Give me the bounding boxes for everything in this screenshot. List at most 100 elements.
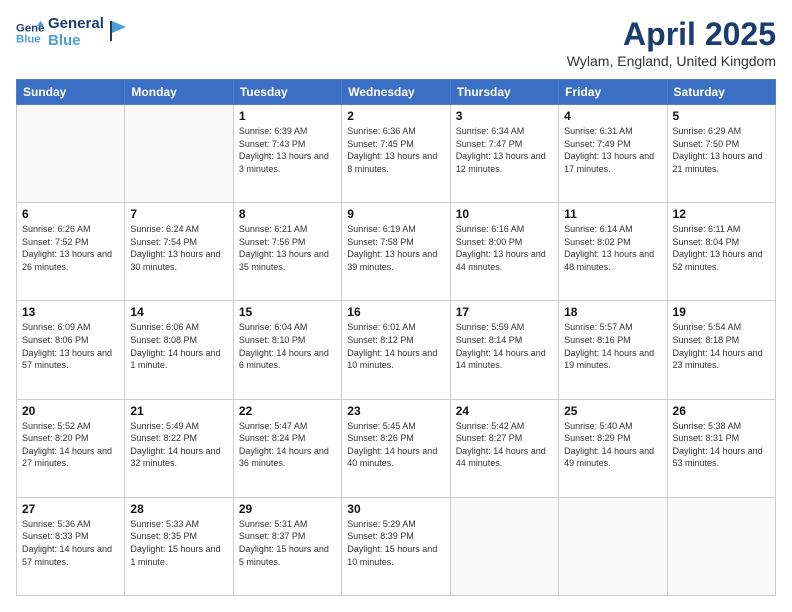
- calendar-day-cell: [125, 105, 233, 203]
- day-detail: Sunrise: 5:29 AM Sunset: 8:39 PM Dayligh…: [347, 518, 444, 568]
- logo: General Blue General Blue: [16, 16, 128, 49]
- calendar-day-cell: 9 Sunrise: 6:19 AM Sunset: 7:58 PM Daylig…: [342, 203, 450, 301]
- calendar-day-cell: 21 Sunrise: 5:49 AM Sunset: 8:22 PM Dayli…: [125, 399, 233, 497]
- day-detail: Sunrise: 5:59 AM Sunset: 8:14 PM Dayligh…: [456, 321, 553, 371]
- day-detail: Sunrise: 6:39 AM Sunset: 7:43 PM Dayligh…: [239, 125, 336, 175]
- day-detail: Sunrise: 5:54 AM Sunset: 8:18 PM Dayligh…: [673, 321, 770, 371]
- day-detail: Sunrise: 5:47 AM Sunset: 8:24 PM Dayligh…: [239, 420, 336, 470]
- day-detail: Sunrise: 5:40 AM Sunset: 8:29 PM Dayligh…: [564, 420, 661, 470]
- calendar-day-cell: 4Sunrise: 6:31 AM Sunset: 7:49 PM Daylig…: [559, 105, 667, 203]
- day-number: 22: [239, 404, 336, 418]
- calendar-day-cell: 6 Sunrise: 6:26 AM Sunset: 7:52 PM Daylig…: [17, 203, 125, 301]
- calendar-week-row: 6 Sunrise: 6:26 AM Sunset: 7:52 PM Daylig…: [17, 203, 776, 301]
- calendar-day-cell: 17 Sunrise: 5:59 AM Sunset: 8:14 PM Dayli…: [450, 301, 558, 399]
- calendar-day-cell: 28 Sunrise: 5:33 AM Sunset: 8:35 PM Dayli…: [125, 497, 233, 595]
- calendar-day-cell: 5 Sunrise: 6:29 AM Sunset: 7:50 PM Daylig…: [667, 105, 775, 203]
- day-detail: Sunrise: 5:45 AM Sunset: 8:26 PM Dayligh…: [347, 420, 444, 470]
- day-detail: Sunrise: 6:19 AM Sunset: 7:58 PM Dayligh…: [347, 223, 444, 273]
- calendar-day-cell: 14 Sunrise: 6:06 AM Sunset: 8:08 PM Dayli…: [125, 301, 233, 399]
- main-title: April 2025: [567, 16, 776, 53]
- day-number: 5: [673, 109, 770, 123]
- calendar-day-cell: 19 Sunrise: 5:54 AM Sunset: 8:18 PM Dayli…: [667, 301, 775, 399]
- title-section: April 2025 Wylam, England, United Kingdo…: [567, 16, 776, 69]
- day-detail: Sunrise: 5:31 AM Sunset: 8:37 PM Dayligh…: [239, 518, 336, 568]
- calendar-week-row: 13Sunrise: 6:09 AM Sunset: 8:06 PM Dayli…: [17, 301, 776, 399]
- day-detail: Sunrise: 5:52 AM Sunset: 8:20 PM Dayligh…: [22, 420, 119, 470]
- day-detail: Sunrise: 6:34 AM Sunset: 7:47 PM Dayligh…: [456, 125, 553, 175]
- calendar-header-cell: Monday: [125, 80, 233, 105]
- logo-flag-icon: [110, 21, 128, 41]
- day-number: 19: [673, 305, 770, 319]
- day-number: 6: [22, 207, 119, 221]
- calendar-day-cell: 10Sunrise: 6:16 AM Sunset: 8:00 PM Dayli…: [450, 203, 558, 301]
- calendar-day-cell: [450, 497, 558, 595]
- day-number: 28: [130, 502, 227, 516]
- day-number: 2: [347, 109, 444, 123]
- day-number: 24: [456, 404, 553, 418]
- calendar-day-cell: 27Sunrise: 5:36 AM Sunset: 8:33 PM Dayli…: [17, 497, 125, 595]
- calendar-day-cell: 30Sunrise: 5:29 AM Sunset: 8:39 PM Dayli…: [342, 497, 450, 595]
- logo-general: General: [48, 16, 104, 33]
- calendar-day-cell: 12Sunrise: 6:11 AM Sunset: 8:04 PM Dayli…: [667, 203, 775, 301]
- calendar-header-cell: Friday: [559, 80, 667, 105]
- calendar-day-cell: 20Sunrise: 5:52 AM Sunset: 8:20 PM Dayli…: [17, 399, 125, 497]
- calendar-day-cell: 11Sunrise: 6:14 AM Sunset: 8:02 PM Dayli…: [559, 203, 667, 301]
- calendar-day-cell: 8 Sunrise: 6:21 AM Sunset: 7:56 PM Daylig…: [233, 203, 341, 301]
- day-detail: Sunrise: 6:06 AM Sunset: 8:08 PM Dayligh…: [130, 321, 227, 371]
- day-detail: Sunrise: 6:11 AM Sunset: 8:04 PM Dayligh…: [673, 223, 770, 273]
- calendar-day-cell: 18Sunrise: 5:57 AM Sunset: 8:16 PM Dayli…: [559, 301, 667, 399]
- calendar-day-cell: 29 Sunrise: 5:31 AM Sunset: 8:37 PM Dayli…: [233, 497, 341, 595]
- logo-blue: Blue: [48, 33, 104, 50]
- day-number: 17: [456, 305, 553, 319]
- calendar-day-cell: 15Sunrise: 6:04 AM Sunset: 8:10 PM Dayli…: [233, 301, 341, 399]
- day-detail: Sunrise: 6:16 AM Sunset: 8:00 PM Dayligh…: [456, 223, 553, 273]
- day-detail: Sunrise: 6:26 AM Sunset: 7:52 PM Dayligh…: [22, 223, 119, 273]
- day-number: 21: [130, 404, 227, 418]
- day-detail: Sunrise: 5:33 AM Sunset: 8:35 PM Dayligh…: [130, 518, 227, 568]
- day-number: 25: [564, 404, 661, 418]
- day-detail: Sunrise: 5:42 AM Sunset: 8:27 PM Dayligh…: [456, 420, 553, 470]
- calendar-day-cell: 23 Sunrise: 5:45 AM Sunset: 8:26 PM Dayli…: [342, 399, 450, 497]
- calendar-day-cell: 26Sunrise: 5:38 AM Sunset: 8:31 PM Dayli…: [667, 399, 775, 497]
- day-detail: Sunrise: 5:49 AM Sunset: 8:22 PM Dayligh…: [130, 420, 227, 470]
- calendar-week-row: 20Sunrise: 5:52 AM Sunset: 8:20 PM Dayli…: [17, 399, 776, 497]
- day-detail: Sunrise: 5:36 AM Sunset: 8:33 PM Dayligh…: [22, 518, 119, 568]
- day-number: 14: [130, 305, 227, 319]
- day-number: 3: [456, 109, 553, 123]
- day-detail: Sunrise: 5:57 AM Sunset: 8:16 PM Dayligh…: [564, 321, 661, 371]
- calendar-header-row: SundayMondayTuesdayWednesdayThursdayFrid…: [17, 80, 776, 105]
- day-number: 7: [130, 207, 227, 221]
- day-number: 9: [347, 207, 444, 221]
- page: General Blue General Blue April 2025 Wyl…: [0, 0, 792, 612]
- day-number: 8: [239, 207, 336, 221]
- calendar-day-cell: [17, 105, 125, 203]
- day-detail: Sunrise: 6:31 AM Sunset: 7:49 PM Dayligh…: [564, 125, 661, 175]
- day-detail: Sunrise: 6:21 AM Sunset: 7:56 PM Dayligh…: [239, 223, 336, 273]
- day-detail: Sunrise: 6:09 AM Sunset: 8:06 PM Dayligh…: [22, 321, 119, 371]
- calendar-body: 1 Sunrise: 6:39 AM Sunset: 7:43 PM Daylig…: [17, 105, 776, 596]
- calendar-day-cell: 1 Sunrise: 6:39 AM Sunset: 7:43 PM Daylig…: [233, 105, 341, 203]
- calendar-day-cell: 13Sunrise: 6:09 AM Sunset: 8:06 PM Dayli…: [17, 301, 125, 399]
- calendar-table: SundayMondayTuesdayWednesdayThursdayFrid…: [16, 79, 776, 596]
- day-number: 29: [239, 502, 336, 516]
- day-detail: Sunrise: 6:36 AM Sunset: 7:45 PM Dayligh…: [347, 125, 444, 175]
- calendar-day-cell: 24 Sunrise: 5:42 AM Sunset: 8:27 PM Dayli…: [450, 399, 558, 497]
- day-detail: Sunrise: 6:29 AM Sunset: 7:50 PM Dayligh…: [673, 125, 770, 175]
- calendar-week-row: 1 Sunrise: 6:39 AM Sunset: 7:43 PM Daylig…: [17, 105, 776, 203]
- calendar-day-cell: 3 Sunrise: 6:34 AM Sunset: 7:47 PM Daylig…: [450, 105, 558, 203]
- day-number: 11: [564, 207, 661, 221]
- calendar-day-cell: [667, 497, 775, 595]
- calendar-week-row: 27Sunrise: 5:36 AM Sunset: 8:33 PM Dayli…: [17, 497, 776, 595]
- calendar-header-cell: Tuesday: [233, 80, 341, 105]
- day-number: 23: [347, 404, 444, 418]
- day-detail: Sunrise: 6:01 AM Sunset: 8:12 PM Dayligh…: [347, 321, 444, 371]
- day-number: 1: [239, 109, 336, 123]
- day-detail: Sunrise: 6:24 AM Sunset: 7:54 PM Dayligh…: [130, 223, 227, 273]
- calendar-day-cell: [559, 497, 667, 595]
- day-detail: Sunrise: 5:38 AM Sunset: 8:31 PM Dayligh…: [673, 420, 770, 470]
- day-detail: Sunrise: 6:04 AM Sunset: 8:10 PM Dayligh…: [239, 321, 336, 371]
- calendar-header-cell: Thursday: [450, 80, 558, 105]
- day-number: 16: [347, 305, 444, 319]
- calendar-day-cell: 2 Sunrise: 6:36 AM Sunset: 7:45 PM Daylig…: [342, 105, 450, 203]
- calendar-header-cell: Saturday: [667, 80, 775, 105]
